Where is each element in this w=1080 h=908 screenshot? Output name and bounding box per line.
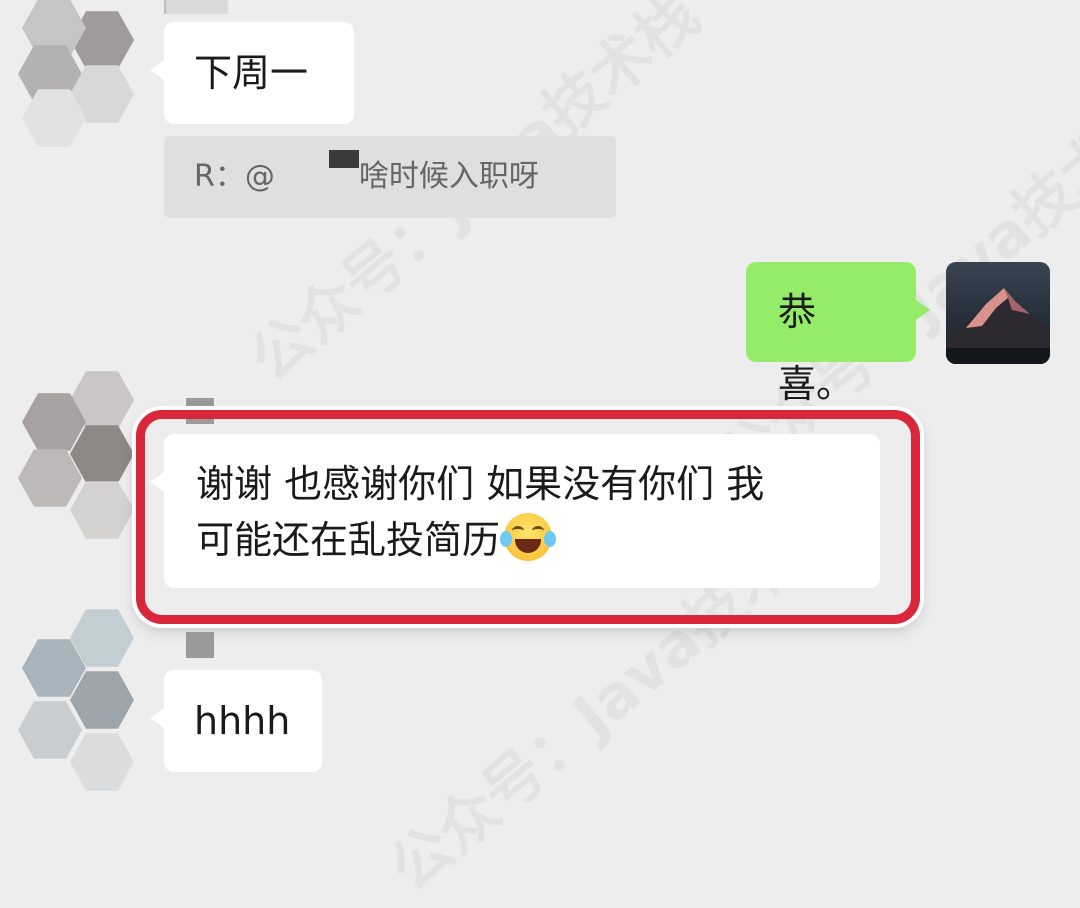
quote-text: 啥时候入职呀 <box>358 159 539 194</box>
message-text: 下周一 <box>194 51 309 95</box>
redacted-name <box>328 150 359 168</box>
message-text-line1: 谢谢 也感谢你们 如果没有你们 我 <box>196 462 765 506</box>
message-text: 恭喜。 <box>778 290 855 406</box>
message-bubble[interactable]: 下周一 <box>150 22 354 124</box>
sent-message-bubble[interactable]: 恭喜。 <box>746 262 930 406</box>
quoted-message[interactable]: R：@ 啥时候入职呀 <box>164 136 616 218</box>
mountain-icon <box>946 288 1050 364</box>
sender-avatar[interactable] <box>14 608 134 791</box>
message-bubble[interactable]: 谢谢 也感谢你们 如果没有你们 我 可能还在乱投简历 <box>150 434 880 588</box>
message-bubble[interactable]: hhhh <box>150 670 322 772</box>
message-text: hhhh <box>194 699 291 743</box>
sender-avatar[interactable] <box>14 364 134 539</box>
sender-name <box>164 0 228 14</box>
sender-name <box>186 632 214 658</box>
message-text-line2: 可能还在乱投简历 <box>196 518 501 562</box>
laughing-with-tears-emoji <box>500 513 557 561</box>
sender-avatar[interactable] <box>14 0 134 150</box>
self-avatar[interactable] <box>946 262 1050 364</box>
quote-prefix: R：@ <box>194 159 275 194</box>
